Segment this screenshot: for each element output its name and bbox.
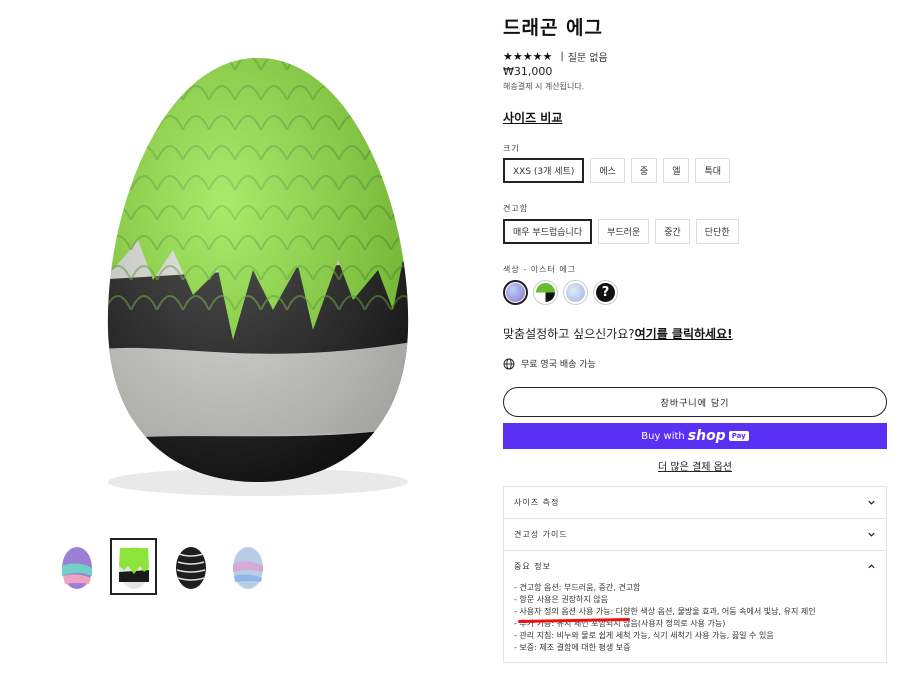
accordion-item-firmness[interactable]: 견고성 가이드 xyxy=(504,519,886,551)
customize-prompt: 맞춤설정하고 싶으신가요?여기를 클릭하세요! xyxy=(503,325,733,342)
product-title: 드래곤 에그 xyxy=(503,17,604,39)
chevron-up-icon xyxy=(868,564,875,569)
info-accordion: 사이즈 측정 견고성 가이드 중요 정보 - 견고함 옵션: 부드러움, 중간,… xyxy=(503,486,887,663)
size-option-s[interactable]: 에스 xyxy=(590,158,625,183)
pay-badge: Pay xyxy=(728,431,749,441)
accordion-header-important[interactable]: 중요 정보 xyxy=(504,551,886,582)
firmness-option-firm[interactable]: 단단한 xyxy=(695,219,739,244)
color-swatches: ? xyxy=(503,280,618,305)
accordion-header-firmness[interactable]: 견고성 가이드 xyxy=(504,519,886,550)
size-options: XXS (3개 세트) 에스 중 엘 특대 xyxy=(503,158,731,183)
info-line: - 항문 사용은 권장하지 않음 xyxy=(514,595,609,604)
info-line: - 관리 지침: 비누와 물로 쉽게 세척 가능, 식기 세척기 사용 가능, … xyxy=(514,631,774,640)
rating-row: ★★★★★ | 질문 없음 xyxy=(503,49,608,64)
thumbnail-strip xyxy=(53,538,271,595)
important-info-list: - 견고함 옵션: 부드러움, 중간, 견고함 - 항문 사용은 권장하지 않음… xyxy=(504,582,886,662)
size-option-xxs[interactable]: XXS (3개 세트) xyxy=(503,158,585,183)
size-option-l[interactable]: 엘 xyxy=(663,158,690,183)
firmness-label: 견고함 xyxy=(503,204,529,213)
buy-with-label: Buy with xyxy=(641,430,685,442)
review-count[interactable]: 질문 없음 xyxy=(568,49,608,64)
thumbnail-green-egg[interactable] xyxy=(110,538,157,595)
info-line: - 보증: 제조 결함에 대한 평생 보증 xyxy=(514,643,631,652)
color-label: 색상 xyxy=(503,265,520,274)
accordion-title: 사이즈 측정 xyxy=(514,498,560,507)
add-to-cart-button[interactable]: 장바구니에 담기 xyxy=(503,387,887,417)
swatch-mystery[interactable]: ? xyxy=(593,280,618,305)
globe-icon xyxy=(503,358,515,369)
star-rating[interactable]: ★★★★★ xyxy=(503,50,552,63)
accordion-item-important[interactable]: 중요 정보 - 견고함 옵션: 부드러움, 중간, 견고함 - 항문 사용은 권… xyxy=(504,551,886,662)
customize-link[interactable]: 여기를 클릭하세요! xyxy=(635,327,733,341)
color-label-row: 색상 - 이스터 에그 xyxy=(503,264,576,275)
size-compare-link[interactable]: 사이즈 비교 xyxy=(503,109,562,126)
firmness-option-soft[interactable]: 부드러운 xyxy=(598,219,650,244)
thumbnail-pastel-egg[interactable] xyxy=(53,538,100,595)
firmness-option-medium[interactable]: 중간 xyxy=(655,219,690,244)
shipping-info: 무료 영국 배송 가능 xyxy=(503,357,596,370)
customize-question: 맞춤설정하고 싶으신가요? xyxy=(503,327,635,341)
more-payment-options-link[interactable]: 더 많은 결제 옵션 xyxy=(503,458,887,473)
thumbnail-blue-egg[interactable] xyxy=(224,538,271,595)
swatch-green-black[interactable] xyxy=(533,280,558,305)
dragon-egg-image xyxy=(107,58,409,496)
size-option-xl[interactable]: 특대 xyxy=(695,158,731,183)
swatch-blue[interactable] xyxy=(563,280,588,305)
main-product-image xyxy=(53,10,464,528)
divider: | xyxy=(560,51,564,62)
chevron-down-icon xyxy=(868,532,875,537)
swatch-easter-egg[interactable] xyxy=(503,280,528,305)
accordion-title: 견고성 가이드 xyxy=(514,530,568,539)
shop-logo: shop xyxy=(687,428,726,444)
firmness-options: 매우 부드럽습니다 부드러운 중간 단단한 xyxy=(503,219,739,244)
accordion-item-size[interactable]: 사이즈 측정 xyxy=(504,487,886,519)
info-line: - 견고함 옵션: 부드러움, 중간, 견고함 xyxy=(514,583,641,592)
accordion-title: 중요 정보 xyxy=(514,562,551,571)
thumbnail-black-white-egg[interactable] xyxy=(167,538,214,595)
color-value: - 이스터 에그 xyxy=(523,265,577,274)
shipping-text: 무료 영국 배송 가능 xyxy=(521,360,596,370)
product-price: ₩31,000 xyxy=(503,65,553,78)
accordion-header-size[interactable]: 사이즈 측정 xyxy=(504,487,886,518)
info-line: - 사용자 정의 옵션 사용 가능: 다양한 색상 옵션, 물방울 효과, 어둠… xyxy=(514,607,816,616)
question-mark-icon: ? xyxy=(596,283,615,302)
tax-note: 해송결제 시 계산됩니다. xyxy=(503,82,585,91)
shop-pay-button[interactable]: Buy with shop Pay xyxy=(503,423,887,449)
chevron-down-icon xyxy=(868,500,875,505)
size-option-m[interactable]: 중 xyxy=(630,158,658,183)
size-label: 크기 xyxy=(503,144,520,153)
firmness-option-very-soft[interactable]: 매우 부드럽습니다 xyxy=(503,219,593,244)
